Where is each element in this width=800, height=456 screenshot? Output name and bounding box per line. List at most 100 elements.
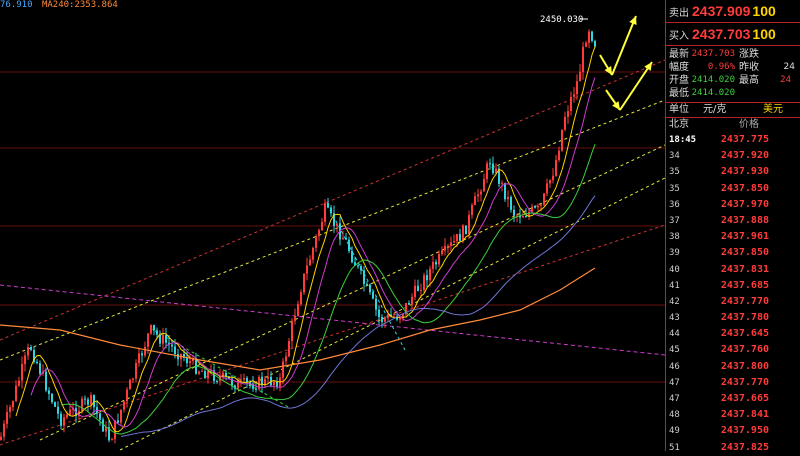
candle-body (57, 406, 59, 414)
candle-body (285, 356, 287, 362)
tick-time: 41 (669, 280, 680, 291)
tick-row: 34 2437.920 (666, 148, 800, 164)
resistance-line (0, 284, 665, 356)
tick-time: 36 (669, 199, 680, 210)
candle-body (414, 285, 416, 297)
high-label: 最高 (739, 75, 759, 86)
candle-body (573, 94, 575, 97)
low-value: 2414.020 (691, 88, 735, 98)
candle-body (492, 163, 494, 174)
candle-body (315, 236, 317, 248)
candle-body (504, 182, 506, 200)
candle-body (132, 378, 134, 380)
candle-body (357, 265, 359, 267)
forecast-arrow-up-2 (619, 61, 653, 111)
candle-body (135, 363, 137, 379)
sell-row[interactable]: 卖出 2437.909 100 (666, 0, 800, 23)
candle-body (375, 298, 377, 310)
tick-price: 2437.950 (720, 425, 769, 437)
candle-body (582, 46, 584, 72)
candle-body (366, 283, 368, 285)
candle-body (525, 216, 527, 218)
candle-body (417, 285, 419, 291)
candle-body (558, 150, 560, 161)
tick-row: 47 2437.770 (666, 375, 800, 391)
candle-body (420, 290, 422, 292)
tick-time: 35 (669, 167, 680, 178)
tick-row: 41 2437.685 (666, 278, 800, 294)
tick-row: 49 2437.950 (666, 423, 800, 439)
candle-body (372, 292, 374, 299)
kline-chart[interactable]: 76.910 MA240:2353.864 2450.030 (0, 0, 665, 451)
candle-body (186, 357, 188, 364)
candle-body (60, 413, 62, 426)
tick-price: 2437.685 (720, 279, 769, 291)
candle-body (363, 270, 365, 284)
open-value: 2414.020 (691, 75, 735, 85)
candle-body (138, 353, 140, 364)
candle-body (207, 371, 209, 379)
candle-body (330, 207, 332, 214)
candle-body (585, 42, 587, 47)
sell-label: 卖出 (669, 7, 689, 19)
candle-body (453, 241, 455, 243)
tick-time: 51 (669, 442, 680, 453)
candle-body (24, 355, 26, 365)
tick-price: 2437.825 (720, 441, 769, 453)
tick-price: 2437.770 (720, 295, 769, 307)
candle-body (120, 409, 122, 423)
candle-body (522, 216, 524, 218)
candle-body (69, 409, 71, 415)
candle-body (66, 414, 68, 418)
candle-body (84, 398, 86, 400)
buy-row[interactable]: 买入 2437.703 100 (666, 23, 800, 46)
tick-price: 2437.780 (720, 312, 769, 324)
tick-row: 42 2437.770 (666, 294, 800, 310)
candle-body (63, 417, 65, 426)
tick-price: 2437.888 (720, 214, 769, 226)
candle-body (309, 259, 311, 266)
candle-body (591, 31, 593, 41)
candle-body (153, 324, 155, 331)
tick-row: 40 2437.831 (666, 262, 800, 278)
candle-body (456, 234, 458, 242)
candle-body (273, 381, 275, 386)
candle-body (438, 253, 440, 265)
ticks-list[interactable]: 18:45 2437.775 34 2437.920 35 2437.930 35 2437.… (666, 132, 800, 456)
low-label: 最低 (669, 88, 689, 99)
tick-time: 40 (669, 264, 680, 275)
candle-body (435, 261, 437, 265)
tick-price: 2437.831 (720, 263, 769, 275)
candle-body (555, 160, 557, 176)
candle-body (267, 376, 269, 379)
candle-body (18, 380, 20, 386)
candle-body (6, 411, 8, 424)
candle-body (564, 116, 566, 130)
tick-row: 35 2437.850 (666, 181, 800, 197)
candle-body (162, 335, 164, 344)
candle-body (0, 436, 2, 440)
tick-price: 2437.800 (720, 360, 769, 372)
stats-grid: 最新 2437.703 涨跌 幅度 0.96% 昨收 24 开盘 2414.02… (666, 46, 800, 103)
unit-row: 单位 元/克 美元 (666, 103, 800, 118)
tick-row: 46 2437.800 (666, 359, 800, 375)
tick-row: 43 2437.780 (666, 310, 800, 326)
pattern-line-2 (329, 209, 406, 351)
unit-value: 元/克 (703, 104, 727, 115)
candle-body (144, 346, 146, 356)
ma-line-blue (120, 195, 596, 438)
support-line-upper (0, 99, 665, 361)
tick-price: 2437.645 (720, 328, 769, 340)
candle-body (306, 265, 308, 274)
candle-body (102, 419, 104, 432)
tick-row: 18:45 2437.775 (666, 132, 800, 148)
candle-body (336, 223, 338, 226)
candle-body (291, 320, 293, 342)
ma-line-yellow (15, 46, 596, 433)
candle-body (462, 225, 464, 241)
support-line-mid (39, 144, 665, 441)
candle-body (39, 363, 41, 374)
candle-body (507, 197, 509, 200)
change-value (765, 48, 795, 61)
candle-body (549, 180, 551, 184)
